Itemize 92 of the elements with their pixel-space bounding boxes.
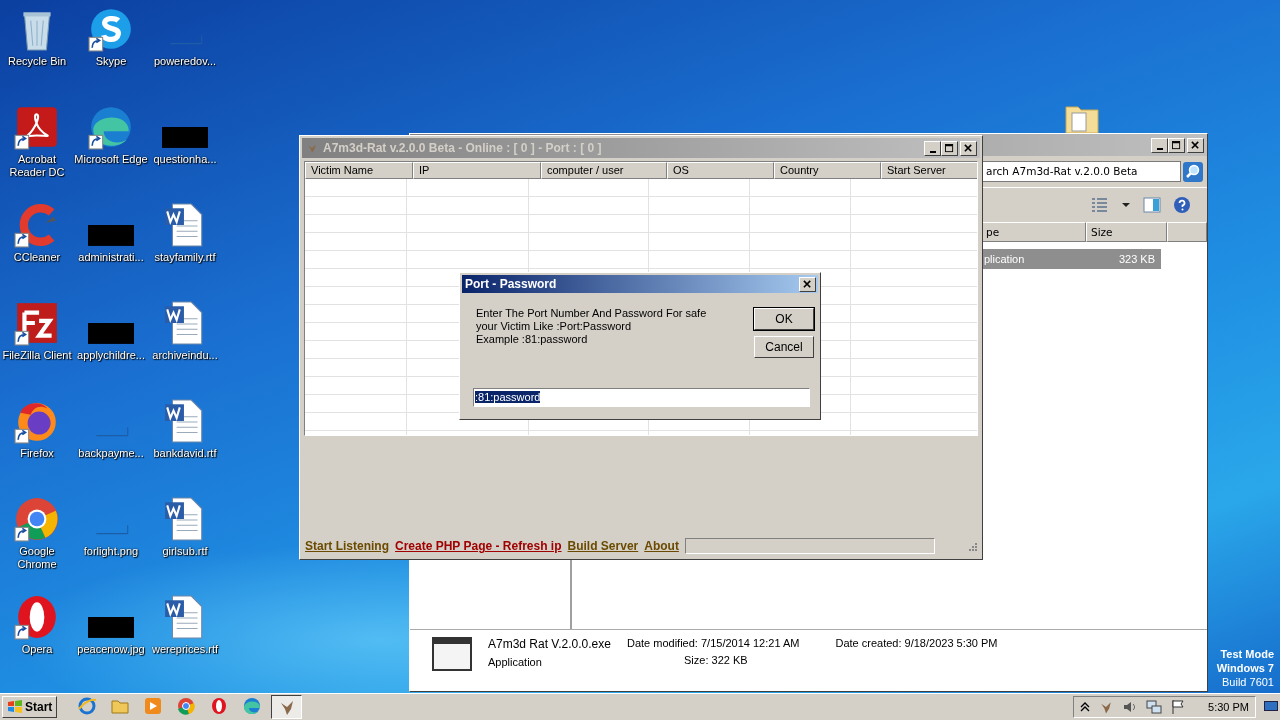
desktop-icon-label[interactable]: archiveindu... (152, 349, 218, 362)
desktop-icon-label[interactable]: backpayme... (78, 447, 144, 460)
maximize-icon (945, 143, 954, 153)
column-header[interactable]: Size (1086, 222, 1167, 242)
link[interactable]: Build Server (567, 539, 639, 553)
desktop-icon-label[interactable]: stayfamily.rtf (154, 251, 216, 264)
desktop-icon-label[interactable]: girlsub.rtf (162, 545, 208, 558)
window-title: A7m3d-Rat v.2.0.0 Beta - Online : [ 0 ] - Port : [ 0 ] (323, 141, 602, 155)
taskbar-button[interactable] (271, 695, 303, 719)
desktop-icon-label[interactable]: CCleaner (13, 251, 61, 264)
file-name: A7m3d Rat V.2.0.0.exe (488, 637, 611, 651)
column-header[interactable] (1167, 222, 1207, 242)
minimize-button[interactable] (924, 140, 941, 156)
chrome-icon (175, 696, 196, 716)
desktop-icon-label[interactable]: Firefox (20, 447, 54, 460)
desktop-icon (1264, 701, 1278, 713)
chevron-up-icon[interactable] (1080, 701, 1091, 713)
column-header[interactable]: OS (667, 162, 774, 179)
column-header[interactable]: Start Server (881, 162, 977, 179)
test-mode-text: Windows 7 (1216, 661, 1274, 675)
dialog-message: Example :81:password (476, 333, 589, 346)
filezilla-icon[interactable] (14, 300, 60, 346)
input-field[interactable]: :81:password (473, 388, 810, 407)
dialog-title: Port - Password (465, 277, 557, 291)
clock[interactable]: 5:30 PM (1208, 701, 1249, 713)
preview-pane-icon[interactable] (1143, 197, 1161, 213)
search-field[interactable]: arch A7m3d-Rat v.2.0.0 Beta (982, 161, 1181, 182)
flag-icon[interactable] (1170, 699, 1187, 715)
desktop-icon-label[interactable]: Opera (21, 643, 53, 656)
desktop-icon-label[interactable]: Recycle Bin (7, 55, 67, 68)
close-icon (964, 143, 973, 153)
edge-icon (241, 696, 262, 716)
close-button[interactable] (799, 276, 816, 292)
link[interactable]: Create PHP Page - Refresh ip (395, 539, 562, 553)
close-button[interactable] (1187, 137, 1204, 153)
media-player-icon (142, 696, 163, 716)
minimize-icon (929, 150, 936, 153)
cancel-button[interactable]: Cancel (754, 336, 814, 358)
file-type: Application (488, 656, 543, 668)
test-mode-text: Build 7601 (1222, 675, 1274, 689)
ok-button[interactable]: OK (754, 308, 814, 330)
maximize-button[interactable] (941, 140, 958, 156)
internet-explorer-icon (76, 696, 97, 716)
close-icon (803, 279, 812, 289)
desktop-icon-label[interactable]: administrati... (78, 251, 144, 264)
maximize-icon (1172, 140, 1181, 150)
network-icon[interactable] (1146, 699, 1163, 715)
link[interactable]: About (644, 539, 679, 553)
minimize-button[interactable] (1151, 137, 1168, 153)
resize-grip-icon[interactable] (966, 540, 978, 552)
acrobat-icon[interactable] (14, 104, 60, 150)
field-label: Size: (684, 654, 709, 666)
search-button[interactable] (1183, 161, 1203, 182)
desktop-icon-label[interactable]: Acrobat Reader DC (0, 153, 74, 179)
windows-logo-icon (7, 700, 23, 714)
folder-icon[interactable] (1064, 103, 1100, 133)
application-icon (432, 637, 472, 671)
desktop-icon-label[interactable]: bankdavid.rtf (153, 447, 217, 460)
field-label: Date created: (835, 637, 902, 649)
edge-icon[interactable] (88, 104, 134, 150)
close-icon (1191, 140, 1200, 150)
column-header[interactable]: Country (774, 162, 881, 179)
dialog-message: Enter The Port Number And Password For safe (476, 307, 707, 320)
chrome-icon[interactable] (14, 496, 60, 542)
maximize-button[interactable] (1168, 137, 1185, 153)
column-header[interactable]: IP (413, 162, 541, 179)
bird-icon (306, 142, 318, 154)
desktop-icon-label[interactable]: questionha... (153, 153, 217, 166)
desktop-icon-label[interactable]: poweredov... (153, 55, 217, 68)
help-icon[interactable] (1173, 196, 1191, 214)
close-button[interactable] (960, 140, 977, 156)
column-header[interactable]: pe (981, 222, 1086, 242)
field-value: 322 KB (711, 654, 748, 666)
dialog-message: your Victim Like :Port:Password (476, 320, 633, 333)
start-button[interactable]: Start (2, 696, 58, 718)
minimize-icon (1156, 147, 1163, 150)
column-header[interactable]: computer / user (541, 162, 667, 179)
column-header[interactable]: Victim Name (305, 162, 413, 179)
link[interactable]: Start Listening (305, 539, 389, 553)
desktop-icon-label[interactable]: Skype (95, 55, 127, 68)
search-icon (1183, 161, 1203, 182)
desktop-icon-label[interactable]: FileZilla Client (2, 349, 72, 362)
desktop-icon-label[interactable]: Google Chrome (0, 545, 74, 571)
skype-icon[interactable] (88, 6, 134, 52)
test-mode-text: Test Mode (1220, 647, 1274, 661)
dropdown-arrow-icon[interactable] (1121, 201, 1131, 209)
desktop-icon-label[interactable]: forlight.png (83, 545, 139, 558)
field-label: Date modified: (627, 637, 698, 649)
desktop-icon-label[interactable]: applychildre... (77, 349, 145, 362)
field-value: 9/18/2023 5:30 PM (904, 637, 998, 649)
field-value: 7/15/2014 12:21 AM (701, 637, 800, 649)
desktop-icon-label[interactable]: Microsoft Edge (74, 153, 148, 166)
